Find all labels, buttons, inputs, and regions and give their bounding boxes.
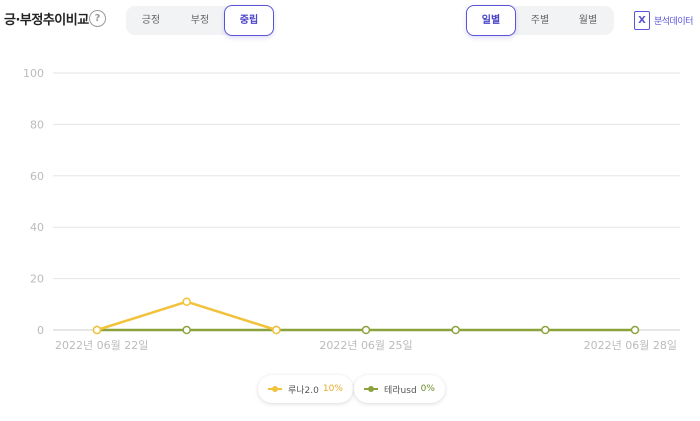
tab-daily[interactable]: 일별 (466, 5, 516, 36)
tab-monthly[interactable]: 월별 (564, 6, 612, 35)
tab-neutral[interactable]: 중립 (224, 5, 274, 36)
export-data-button[interactable]: X 분석데이터 (634, 10, 693, 30)
series-1-share: 10% (322, 384, 343, 394)
series-2-name: 테라usd (384, 385, 417, 396)
series-1-point-2 (272, 325, 281, 335)
y-tick-label-0: 0 (37, 324, 44, 337)
x-tick-label-0: 2022년 06월 22일 (55, 338, 148, 352)
page-title: 긍·부정추이비교 (4, 13, 89, 28)
series-2-point-5 (541, 325, 550, 335)
tab-weekly[interactable]: 주별 (516, 6, 564, 35)
series-2-marker (364, 385, 378, 393)
legend-item-series-1[interactable]: 루나2.0 10% (258, 375, 353, 403)
series-2-share: 0% (420, 384, 435, 394)
y-tick-label-80: 80 (30, 118, 44, 131)
series-2-point-1 (182, 325, 191, 335)
y-tick-label-20: 20 (30, 273, 44, 286)
period-tab-group: 일별 주별 월별 (466, 5, 614, 36)
x-tick-label-6: 2022년 06월 28일 (584, 338, 677, 352)
y-tick-label-60: 60 (30, 170, 44, 183)
trend-chart: 0 20 40 60 80 100 2022년 06월 22일 2022년 06월 25일 20… (23, 67, 680, 352)
tab-negative[interactable]: 부정 (176, 6, 224, 35)
excel-icon: X (634, 10, 650, 30)
sentiment-tab-group: 긍정 부정 중립 (126, 5, 274, 36)
series-1-point-0 (92, 325, 102, 335)
help-icon[interactable]: ? (89, 10, 106, 27)
export-data-label: 분석데이터 (654, 16, 693, 27)
series-1-point-1 (182, 297, 191, 306)
series-2-point-6 (630, 325, 640, 335)
x-tick-label-3: 2022년 06월 25일 (319, 338, 412, 352)
series-2-point-4 (451, 325, 460, 335)
series-2-point-3 (361, 325, 371, 335)
y-tick-label-40: 40 (30, 221, 44, 234)
legend-item-series-2[interactable]: 테라usd 0% (354, 375, 445, 403)
y-tick-label-100: 100 (23, 67, 44, 80)
tab-positive[interactable]: 긍정 (126, 6, 176, 35)
series-1-name: 루나2.0 (288, 385, 319, 396)
series-1-marker (268, 385, 282, 393)
